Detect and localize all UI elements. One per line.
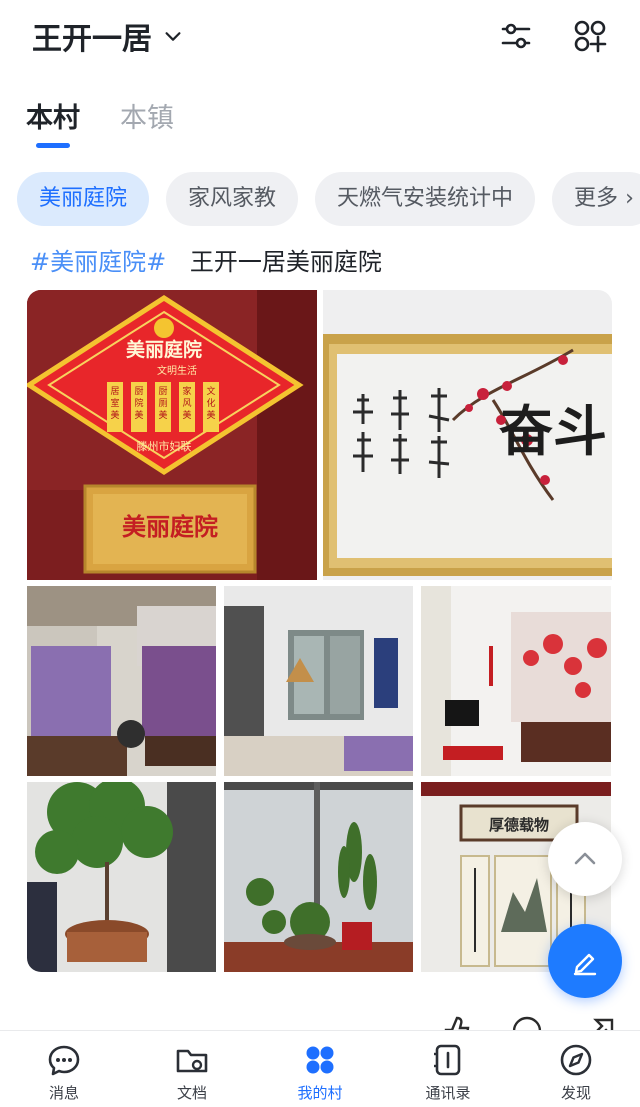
topic-chips: 美丽庭院 家风家教 天燃气安装统计中 更多 › [17,172,640,226]
nav-docs[interactable]: 文档 [128,1031,256,1107]
sign-title: 美丽庭院 [126,338,202,361]
chip-more-label: 更多 [574,186,619,211]
add-app-button[interactable] [568,14,612,58]
village-selector[interactable]: 王开一居 [32,14,184,58]
sliders-icon [501,23,531,49]
chip-more[interactable]: 更多 › [552,172,640,226]
contacts-icon [434,1044,461,1076]
chevron-down-icon [165,32,181,41]
sign-item-char: 厨 [158,386,167,397]
photo-image [27,782,216,972]
photo-potted-tree[interactable] [27,782,216,972]
sign-subtitle: 文明生活 [157,364,197,377]
nav-messages[interactable]: 消息 [0,1031,128,1107]
sign-item-char: 化 [206,397,215,409]
top-bar: 王开一居 [0,0,640,72]
nav-label: 消息 [48,1084,79,1102]
photo-image [224,586,413,776]
pencil-icon [573,953,597,976]
filter-button[interactable] [494,14,538,58]
village-title: 王开一居 [32,22,152,57]
tab-town[interactable]: 本镇 [120,96,174,148]
nav-my-village[interactable]: 我的村 [256,1031,384,1107]
chat-icon [48,1045,80,1076]
chip-gas-installation[interactable]: 天燃气安装统计中 [315,172,536,226]
share-icon[interactable] [582,1012,616,1032]
compass-icon [560,1044,592,1076]
photo-window-plants[interactable] [224,782,413,972]
sign-item-char: 院 [134,397,143,409]
nav-label: 发现 [560,1084,591,1102]
post-title-text: 王开一居美丽庭院 [189,248,382,276]
folder-icon [176,1049,208,1073]
sign-item-char: 厕 [158,398,167,409]
comment-icon[interactable] [510,1012,544,1032]
tab-village[interactable]: 本村 [26,96,80,148]
photo-image: 奋斗 [323,290,612,580]
sign-item-char: 美 [110,409,119,421]
hashtag[interactable]: #美丽庭院# [30,248,166,276]
bottom-nav: 消息 文档 我的村 通讯录 发现 [0,1030,640,1107]
photo-living-room-window[interactable] [224,586,413,776]
sign-org: 滕州市妇联 [137,439,192,453]
sign-item-char: 美 [206,409,215,421]
like-icon[interactable] [440,1012,474,1032]
photo-living-room-sofa[interactable] [27,586,216,776]
sign-item-char: 居 [110,386,119,397]
apps-plus-icon [574,20,607,53]
nav-label: 通讯录 [425,1084,471,1102]
photo-calligraphy[interactable]: 奋斗 [323,290,612,580]
sign-item-char: 美 [182,409,191,421]
photo-image [27,586,216,776]
calligraphy-text: 奋斗 [499,399,607,463]
chip-family-tradition[interactable]: 家风家教 [166,172,299,226]
nav-label: 我的村 [297,1084,343,1102]
photo-living-room-tv[interactable] [421,586,611,776]
nav-contacts[interactable]: 通讯录 [384,1031,512,1107]
plaque-text: 美丽庭院 [122,512,218,541]
sign-item-char: 美 [158,409,167,421]
sign-item-char: 室 [110,397,119,409]
sign-item-char: 厨 [134,386,143,397]
post-title[interactable]: #美丽庭院# 王开一居美丽庭院 [30,242,382,277]
compose-button[interactable] [548,924,622,998]
grid-icon [306,1046,334,1074]
photo-image [421,586,611,776]
chevron-right-icon: › [625,186,634,211]
chip-beautiful-courtyard[interactable]: 美丽庭院 [17,172,150,226]
photo-image: 美丽庭院 文明生活 滕州市妇联 美丽庭院 居室美厨院美厨厕美家风美文化美 [27,290,317,580]
sign-item-char: 家 [182,385,191,397]
photo-courtyard-plaque[interactable]: 美丽庭院 文明生活 滕州市妇联 美丽庭院 居室美厨院美厨厕美家风美文化美 [27,290,317,580]
scroll-to-top-button[interactable] [548,822,622,896]
sign-item-char: 文 [206,385,215,397]
chevron-up-icon [574,852,596,865]
sign-item-char: 美 [134,409,143,421]
nav-discover[interactable]: 发现 [512,1031,640,1107]
photo-image [224,782,413,972]
scroll-plaque-text: 厚德载物 [489,816,549,834]
sign-item-char: 风 [182,398,191,409]
nav-label: 文档 [176,1084,207,1102]
scope-tabs: 本村 本镇 [26,96,174,148]
